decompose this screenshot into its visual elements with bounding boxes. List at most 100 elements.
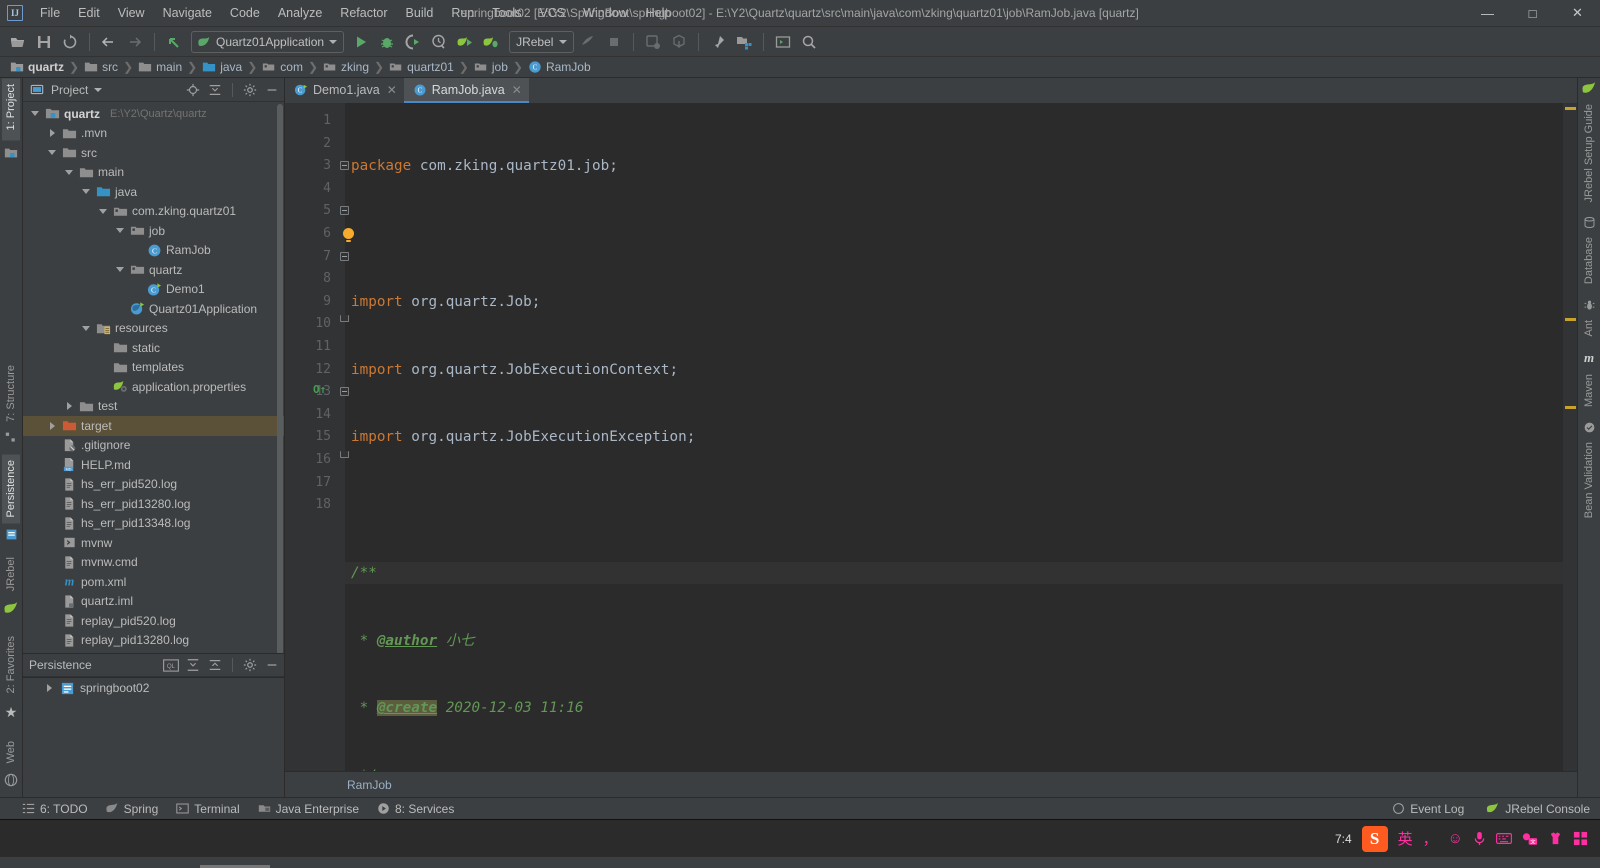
tree-row[interactable]: quartz xyxy=(23,260,284,280)
chevron-right-icon[interactable] xyxy=(46,684,52,692)
sogou-ime-icon[interactable]: S xyxy=(1361,825,1388,852)
tree-row[interactable]: mvnw.cmd xyxy=(23,553,284,573)
run-with-coverage-icon[interactable] xyxy=(401,30,425,54)
chevron-down-icon[interactable] xyxy=(116,228,124,234)
chevron-down-icon[interactable] xyxy=(65,169,73,175)
tree-row[interactable]: C RamJob xyxy=(23,241,284,261)
tree-row[interactable]: quartz E:\Y2\Quartz\quartz xyxy=(23,104,284,124)
project-panel-title-group[interactable]: Project xyxy=(29,82,103,98)
tree-twisty[interactable] xyxy=(114,228,126,234)
tree-twisty[interactable] xyxy=(80,189,92,195)
ime-mode-label[interactable]: 英 xyxy=(1398,828,1413,849)
tree-twisty[interactable] xyxy=(114,267,126,273)
sidebar-item-persistence[interactable]: Persistence xyxy=(2,454,20,524)
tree-twisty[interactable] xyxy=(63,402,75,411)
gutter-line[interactable]: 14 xyxy=(285,404,345,427)
terminal-icon[interactable] xyxy=(771,30,795,54)
override-method-marker-icon[interactable]: O↑ xyxy=(313,383,326,396)
chevron-down-icon[interactable] xyxy=(82,189,90,195)
chevron-right-icon[interactable] xyxy=(66,402,72,411)
menu-analyze[interactable]: Analyze xyxy=(269,2,331,24)
gutter-line[interactable]: 16 xyxy=(285,449,349,472)
tree-row[interactable]: hs_err_pid520.log xyxy=(23,475,284,495)
menu-edit[interactable]: Edit xyxy=(69,2,109,24)
run-icon[interactable] xyxy=(349,30,373,54)
translate-icon[interactable]: 文 xyxy=(1522,832,1538,846)
tree-row[interactable]: hs_err_pid13348.log xyxy=(23,514,284,534)
tree-row[interactable]: job xyxy=(23,221,284,241)
hide-icon[interactable] xyxy=(264,82,280,98)
gutter-line[interactable]: 2 xyxy=(285,133,345,156)
gutter-line[interactable]: 11 xyxy=(285,336,345,359)
editor-tab-ramjob[interactable]: C RamJob.java ✕ xyxy=(403,78,529,103)
gutter-line[interactable]: 13 O↑ xyxy=(285,381,349,404)
gear-icon[interactable] xyxy=(242,82,258,98)
debug-icon[interactable] xyxy=(375,30,399,54)
forward-arrow-icon[interactable] xyxy=(123,30,147,54)
jrebel-run-icon[interactable] xyxy=(453,30,477,54)
gutter-line[interactable]: 5 xyxy=(285,200,349,223)
tree-row[interactable]: application.properties xyxy=(23,377,284,397)
menu-file[interactable]: File xyxy=(31,2,69,24)
menu-tools[interactable]: Tools xyxy=(483,2,530,24)
tree-twisty[interactable] xyxy=(63,169,75,175)
gutter-line[interactable]: 3 xyxy=(285,155,349,178)
close-button[interactable]: ✕ xyxy=(1555,0,1600,27)
breadcrumb-item-zking[interactable]: zking xyxy=(321,60,371,74)
sidebar-item-jrebel-setup-guide[interactable]: JRebel Setup Guide xyxy=(1580,98,1598,208)
tree-row[interactable]: resources xyxy=(23,319,284,339)
status-item-spring[interactable]: Spring xyxy=(106,802,158,816)
close-icon[interactable]: ✕ xyxy=(387,83,397,97)
apps-icon[interactable] xyxy=(1573,831,1588,846)
menu-view[interactable]: View xyxy=(109,2,154,24)
gutter-line[interactable]: 9 xyxy=(285,291,345,314)
collapse-all-icon-persistence[interactable] xyxy=(207,657,223,673)
tree-row[interactable]: replay_pid13280.log xyxy=(23,631,284,651)
chevron-down-icon[interactable] xyxy=(31,111,39,117)
menu-help[interactable]: Help xyxy=(637,2,681,24)
tree-twisty[interactable] xyxy=(46,421,58,430)
skin-icon[interactable] xyxy=(1548,831,1563,846)
tree-row[interactable]: .mvn xyxy=(23,124,284,144)
chevron-down-icon[interactable] xyxy=(82,325,90,331)
tree-row[interactable]: .gitignore xyxy=(23,436,284,456)
smiley-icon[interactable]: ☺ xyxy=(1448,830,1463,847)
status-item-services[interactable]: 8: Services xyxy=(377,802,454,816)
breadcrumb-item-main[interactable]: main xyxy=(136,60,184,74)
hide-icon-persistence[interactable] xyxy=(264,657,280,673)
sidebar-item-ant[interactable]: Ant xyxy=(1580,314,1598,343)
persistence-tree[interactable]: springboot02 xyxy=(23,677,284,797)
chevron-down-icon[interactable] xyxy=(99,208,107,214)
profiler-icon[interactable] xyxy=(427,30,451,54)
status-item-event-log[interactable]: Event Log xyxy=(1392,802,1464,816)
sidebar-item-database[interactable]: Database xyxy=(1580,231,1598,290)
locate-file-icon[interactable] xyxy=(185,82,201,98)
persistence-row[interactable]: springboot02 xyxy=(23,678,284,698)
editor-overview-scrollbar[interactable] xyxy=(1563,103,1577,771)
tree-row[interactable]: static xyxy=(23,338,284,358)
stop-icon[interactable] xyxy=(602,30,626,54)
tree-row[interactable]: main xyxy=(23,163,284,183)
ql-console-icon[interactable]: QL xyxy=(163,657,179,673)
tree-row[interactable]: C Demo1 xyxy=(23,280,284,300)
menu-code[interactable]: Code xyxy=(221,2,269,24)
status-item-terminal[interactable]: Terminal xyxy=(176,802,240,816)
tree-row[interactable]: replay_pid520.log xyxy=(23,611,284,631)
tree-row[interactable]: quartz.iml xyxy=(23,592,284,612)
code-content[interactable]: package com.zking.quartz01.job; import o… xyxy=(345,103,1563,771)
tree-twisty[interactable] xyxy=(80,325,92,331)
gutter-line[interactable]: 12 xyxy=(285,359,345,382)
status-item-todo[interactable]: 6: TODO xyxy=(22,802,88,816)
menu-run[interactable]: Run xyxy=(442,2,483,24)
tree-row[interactable]: test xyxy=(23,397,284,417)
gutter-line[interactable]: 10 xyxy=(285,313,349,336)
sidebar-item-web[interactable]: Web xyxy=(2,735,20,769)
tree-row[interactable]: hs_err_pid13280.log xyxy=(23,494,284,514)
keyboard-icon[interactable] xyxy=(1496,832,1512,845)
tree-row[interactable]: target xyxy=(23,416,284,436)
chevron-down-icon[interactable] xyxy=(116,267,124,273)
tree-row[interactable]: Quartz01Application xyxy=(23,299,284,319)
chevron-down-icon[interactable] xyxy=(48,150,56,156)
breadcrumb-item-java[interactable]: java xyxy=(200,60,244,74)
status-item-jrebel-console[interactable]: JRebel Console xyxy=(1486,802,1590,816)
